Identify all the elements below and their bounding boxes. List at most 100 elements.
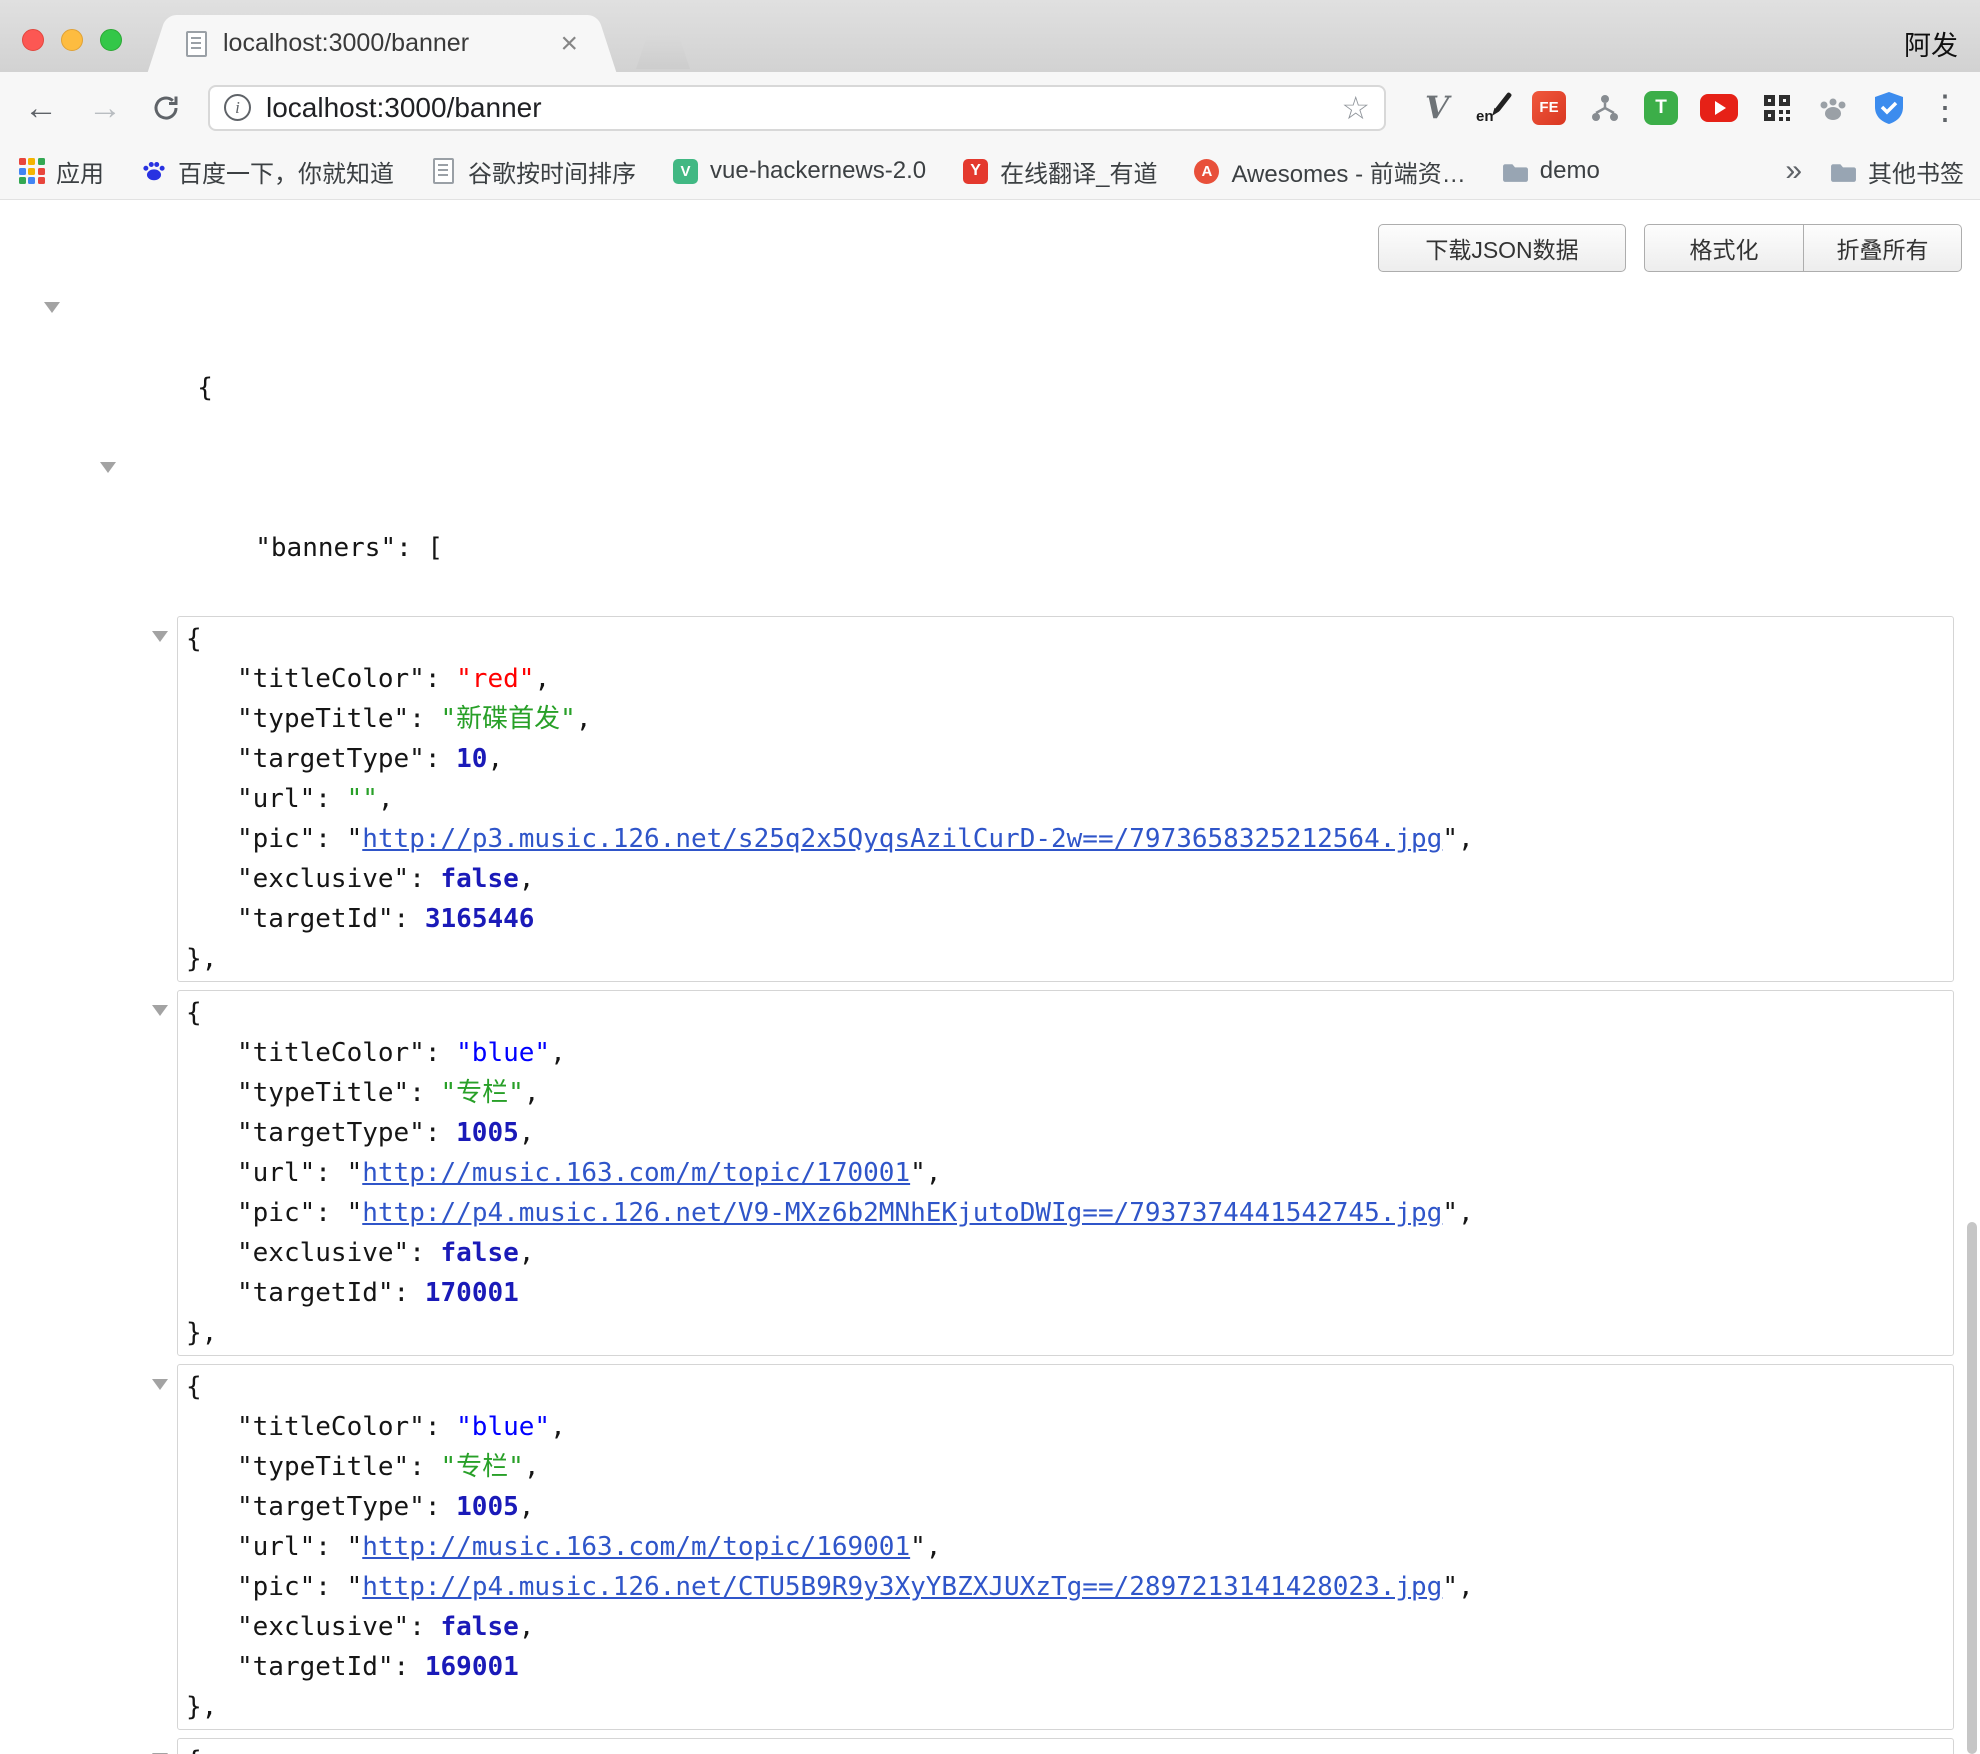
json-object-box: {"titleColor": "red","typeTitle": "新碟首发"… xyxy=(177,616,1954,982)
json-object-box: {"titleColor": "red","typeTitle": "歌单","… xyxy=(177,1738,1954,1754)
window-zoom-button[interactable] xyxy=(100,29,122,51)
bookmark-label: 应用 xyxy=(56,154,104,189)
comma: , xyxy=(524,1078,540,1108)
qrcode-glyph xyxy=(1762,93,1792,123)
bookmark-item[interactable]: AAwesomes - 前端资… xyxy=(1193,154,1465,189)
grid-cell xyxy=(38,158,45,165)
bookmark-star-icon[interactable]: ☆ xyxy=(1341,92,1370,124)
icon-glyph: V xyxy=(673,159,698,184)
json-url-link[interactable]: http://p4.music.126.net/CTU5B9R9y3XyYBZX… xyxy=(362,1572,1442,1602)
json-root-open: { xyxy=(72,288,1980,448)
scrollbar-thumb[interactable] xyxy=(1967,1222,1977,1754)
json-property: "titleColor": "blue", xyxy=(178,1033,1953,1073)
quote: " xyxy=(347,1532,363,1562)
colon: : xyxy=(394,1652,425,1682)
bookmark-item[interactable]: 百度一下，你就知道 xyxy=(140,154,394,189)
bookmarks-overflow-icon[interactable]: » xyxy=(1785,156,1802,186)
json-key: "titleColor" xyxy=(237,1038,425,1068)
colon: : xyxy=(409,1078,440,1108)
reload-button[interactable] xyxy=(150,92,182,124)
org-chart-icon[interactable] xyxy=(1588,91,1622,125)
json-property: "pic": "http://p3.music.126.net/s25q2x5Q… xyxy=(178,819,1953,859)
grid-cell xyxy=(28,177,35,184)
json-key: "pic" xyxy=(237,1572,315,1602)
json-key: "url" xyxy=(237,784,315,814)
collapse-toggle-icon[interactable] xyxy=(152,631,168,642)
download-json-button[interactable]: 下载JSON数据 xyxy=(1378,224,1626,272)
other-bookmarks-label: 其他书签 xyxy=(1868,154,1964,189)
comma: , xyxy=(519,1118,535,1148)
format-button[interactable]: 格式化 xyxy=(1644,224,1804,272)
json-url-link[interactable]: http://music.163.com/m/topic/169001 xyxy=(362,1532,910,1562)
v-gesture-icon[interactable]: V xyxy=(1420,91,1454,125)
window-minimize-button[interactable] xyxy=(61,29,83,51)
browser-menu-icon[interactable]: ⋮ xyxy=(1928,91,1962,125)
youtube-icon[interactable] xyxy=(1700,94,1738,122)
qrcode-icon[interactable] xyxy=(1760,91,1794,125)
traffic-lights xyxy=(22,29,122,51)
page-content: 下载JSON数据 格式化 折叠所有 { "banners": [ {"title… xyxy=(0,200,1980,1754)
page-info-icon[interactable]: i xyxy=(224,94,251,121)
browser-window: localhost:3000/banner × 阿发 ← → i localho… xyxy=(0,0,1980,1754)
url-text[interactable]: localhost:3000/banner xyxy=(266,92,1341,124)
close-brace: }, xyxy=(186,944,217,974)
banners-array-open: "banners": [ xyxy=(255,533,443,563)
new-tab-button[interactable] xyxy=(636,33,690,69)
collapse-toggle-icon[interactable] xyxy=(44,302,60,313)
comma: , xyxy=(534,664,550,694)
root-open-brace: { xyxy=(197,373,213,403)
json-key: "url" xyxy=(237,1532,315,1562)
comma: , xyxy=(550,1038,566,1068)
green-badge-icon[interactable]: T xyxy=(1644,91,1678,125)
collapse-all-button[interactable]: 折叠所有 xyxy=(1804,224,1962,272)
collapse-toggle-icon[interactable] xyxy=(152,1379,168,1390)
shield-check-icon[interactable] xyxy=(1872,91,1906,125)
json-property: "exclusive": false, xyxy=(178,1233,1953,1273)
icon-glyph: Y xyxy=(963,159,988,184)
json-boolean-value: false xyxy=(441,1238,519,1268)
profile-name[interactable]: 阿发 xyxy=(1904,24,1958,63)
bookmark-item[interactable]: Vvue-hackernews-2.0 xyxy=(672,157,926,185)
browser-tab[interactable]: localhost:3000/banner × xyxy=(172,15,592,72)
json-url-link[interactable]: http://music.163.com/m/topic/170001 xyxy=(362,1158,910,1188)
quote: " xyxy=(910,1532,926,1562)
paw-icon[interactable] xyxy=(1816,91,1850,125)
fehelper-icon[interactable]: FE xyxy=(1532,91,1566,125)
collapse-toggle-icon[interactable] xyxy=(100,462,116,473)
back-button[interactable]: ← xyxy=(24,91,58,125)
colon: : xyxy=(425,1492,456,1522)
nav-toolbar: ← → i localhost:3000/banner ☆ Ven FE T ⋮ xyxy=(0,72,1980,143)
json-key: "typeTitle" xyxy=(237,1078,409,1108)
bookmark-item[interactable]: Y 在线翻译_有道 xyxy=(962,154,1157,189)
json-key: "exclusive" xyxy=(237,864,409,894)
other-bookmarks[interactable]: 其他书签 xyxy=(1830,154,1964,189)
json-url-link[interactable]: http://p4.music.126.net/V9-MXz6b2MNhEKju… xyxy=(362,1198,1442,1228)
bookmark-item[interactable]: 谷歌按时间排序 xyxy=(430,154,636,189)
json-property: "targetType": 1005, xyxy=(178,1487,1953,1527)
translate-label: en xyxy=(1476,108,1494,125)
address-bar[interactable]: i localhost:3000/banner ☆ xyxy=(208,85,1386,131)
comma: , xyxy=(519,1492,535,1522)
window-close-button[interactable] xyxy=(22,29,44,51)
collapse-toggle-icon[interactable] xyxy=(152,1005,168,1016)
bookmark-item[interactable]: 应用 xyxy=(18,154,104,189)
json-number-value: 170001 xyxy=(425,1278,519,1308)
tab-close-icon[interactable]: × xyxy=(560,29,578,59)
colon: : xyxy=(315,1572,346,1602)
json-url-link[interactable]: http://p3.music.126.net/s25q2x5QyqsAzilC… xyxy=(362,824,1442,854)
bookmark-label: 谷歌按时间排序 xyxy=(468,154,636,189)
colon: : xyxy=(425,744,456,774)
bookmark-item[interactable]: demo xyxy=(1502,157,1600,185)
colon: : xyxy=(394,1278,425,1308)
forward-button[interactable]: → xyxy=(88,91,122,125)
json-string-value: "" xyxy=(347,784,378,814)
json-property: "typeTitle": "专栏", xyxy=(178,1073,1953,1113)
bookmark-label: 在线翻译_有道 xyxy=(1000,154,1157,189)
json-string-value: "blue" xyxy=(456,1038,550,1068)
json-string-value: "red" xyxy=(456,664,534,694)
grid-cell xyxy=(38,177,45,184)
quote: " xyxy=(910,1158,926,1188)
translate-pen-icon[interactable]: en xyxy=(1476,91,1510,125)
close-brace: }, xyxy=(186,1318,217,1348)
json-property: "targetType": 10, xyxy=(178,739,1953,779)
